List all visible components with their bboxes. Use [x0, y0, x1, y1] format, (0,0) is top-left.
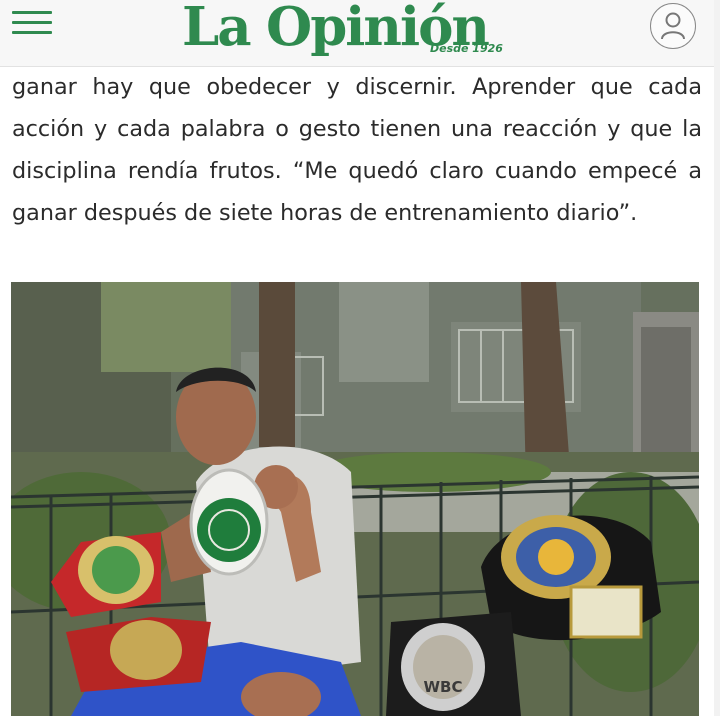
logo-tagline: Desde 1926 [430, 42, 503, 55]
page-edge [714, 0, 720, 716]
site-header: La Opinión Desde 1926 [0, 0, 720, 67]
boxer-with-belts-image: WBC [11, 282, 699, 716]
article-photo[interactable]: WBC [11, 282, 699, 716]
article-paragraph: ganar hay que obedecer y discernir. Apre… [12, 74, 702, 226]
site-logo[interactable]: La Opinión Desde 1926 [182, 0, 512, 62]
belt-label: WBC [424, 678, 463, 696]
hamburger-menu-icon[interactable] [10, 10, 54, 40]
user-account-icon[interactable] [650, 3, 696, 49]
